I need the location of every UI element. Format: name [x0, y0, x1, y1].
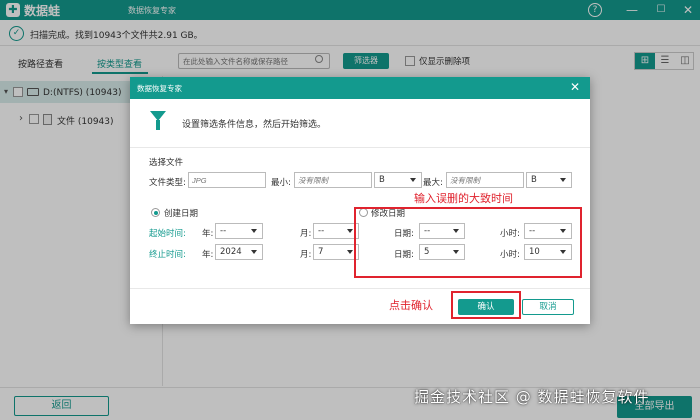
- select-file-heading: 选择文件: [149, 158, 184, 168]
- chevron-down-icon: [347, 229, 353, 233]
- min-size-input[interactable]: [294, 172, 372, 188]
- end-year-label: 年:: [202, 250, 214, 260]
- dialog-footer-divider: [130, 288, 590, 289]
- dialog-divider: [130, 147, 590, 148]
- min-unit-value: B: [379, 175, 385, 185]
- max-unit-select[interactable]: B: [526, 172, 572, 188]
- create-date-label: 创建日期: [164, 209, 199, 219]
- close-icon[interactable]: ✕: [570, 80, 580, 94]
- end-year-value: 2024: [220, 247, 242, 257]
- dialog-instruction: 设置筛选条件信息，然后开始筛选。: [182, 120, 327, 130]
- create-date-radio[interactable]: [151, 208, 160, 217]
- end-month-value: 7: [318, 247, 324, 257]
- end-month-label: 月:: [300, 250, 312, 260]
- end-time-label: 终止时间:: [149, 250, 186, 260]
- min-size-label: 最小:: [271, 178, 291, 188]
- chevron-down-icon: [251, 250, 257, 254]
- chevron-down-icon: [560, 178, 566, 182]
- file-type-input[interactable]: [188, 172, 266, 188]
- dialog-title-bar: 数据恢复专家 ✕: [130, 77, 590, 99]
- funnel-stem-icon: [156, 120, 160, 130]
- start-time-label: 起始时间:: [149, 229, 186, 239]
- start-month-value: --: [318, 226, 325, 236]
- chevron-down-icon: [410, 178, 416, 182]
- dialog-title: 数据恢复专家: [137, 84, 182, 93]
- annotation-highlight-confirm: [451, 291, 521, 319]
- max-size-label: 最大:: [423, 178, 443, 188]
- annotation-confirm-hint: 点击确认: [389, 299, 433, 312]
- end-year-select[interactable]: 2024: [215, 244, 263, 260]
- max-unit-value: B: [531, 175, 537, 185]
- start-month-label: 月:: [300, 229, 312, 239]
- filter-dialog: 数据恢复专家 ✕ 设置筛选条件信息，然后开始筛选。 选择文件 文件类型: 最小:…: [130, 77, 590, 324]
- watermark: 掘金技术社区 @ 数据蛙恢复软件: [414, 388, 650, 406]
- file-type-label: 文件类型:: [149, 178, 186, 188]
- cancel-button[interactable]: 取消: [522, 299, 574, 315]
- start-year-select[interactable]: --: [215, 223, 263, 239]
- chevron-down-icon: [347, 250, 353, 254]
- chevron-down-icon: [251, 229, 257, 233]
- annotation-time-hint: 输入误删的大致时间: [414, 192, 513, 205]
- start-year-label: 年:: [202, 229, 214, 239]
- min-unit-select[interactable]: B: [374, 172, 422, 188]
- max-size-input[interactable]: [446, 172, 524, 188]
- end-month-select[interactable]: 7: [313, 244, 359, 260]
- start-month-select[interactable]: --: [313, 223, 359, 239]
- start-year-value: --: [220, 226, 227, 236]
- annotation-highlight-date: [354, 207, 582, 278]
